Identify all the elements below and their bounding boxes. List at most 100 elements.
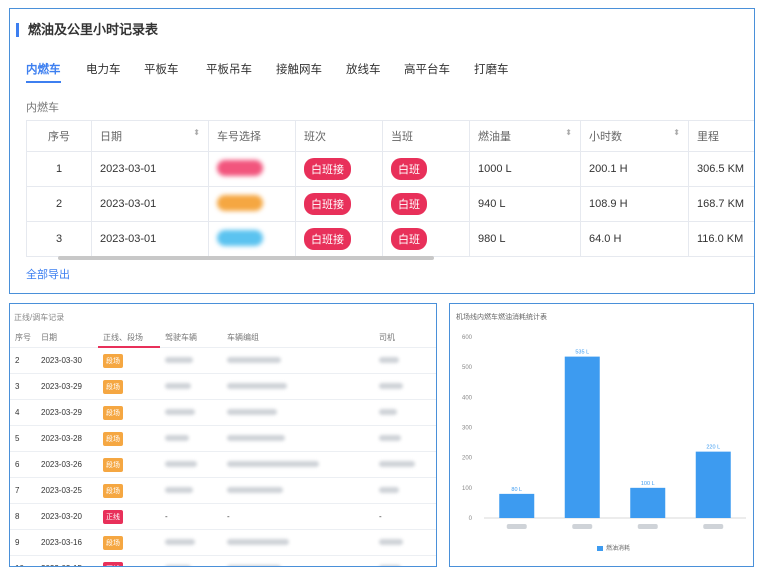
line-shunting-table: 序号 日期 正线、段场 驾驶车辆 车辆编组 司机 2 2023-03-30 段场 3 2023-0… [10,328,436,566]
column-header-label: 班次 [304,131,326,143]
column-header: 当班 [382,120,470,152]
tab-5[interactable]: 放线车 [346,61,381,77]
hours-cell: 64.0 H [580,221,689,257]
vehicle-tag[interactable] [217,229,263,246]
column-header-label: 燃油量 [478,131,511,143]
tab-0[interactable]: 内燃车 [26,61,61,83]
vehicle-tag[interactable] [217,194,263,211]
bar-data-label: 535 L [575,350,589,356]
row-number: 5 [10,425,36,452]
redacted-value [165,539,195,545]
redacted-value [227,565,281,566]
vehicle-cell[interactable] [208,186,296,222]
redacted-cell [160,373,222,400]
vehicle-tag[interactable] [217,159,263,176]
line-type-cell: 段场 [98,529,160,556]
tab-6[interactable]: 高平台车 [404,61,450,77]
section-label: 内燃车 [26,102,59,114]
y-tick-label: 400 [462,395,473,401]
row-date: 2023-03-29 [36,373,98,400]
y-tick-label: 500 [462,365,473,371]
chart-legend[interactable]: 燃油消耗 [597,543,630,552]
shift-tag: 白班接 [304,158,351,180]
tab-3[interactable]: 平板吊车 [206,61,252,77]
line-type-tag: 段场 [103,431,123,446]
redacted-value [165,487,193,493]
column-header[interactable]: 燃油量 ⬍ [469,120,581,152]
redacted-value [165,435,189,441]
sort-icon[interactable]: ⬍ [673,128,680,137]
table-row: 9 2023-03-16 段场 [10,529,436,556]
redacted-value [379,565,401,566]
duty-cell: 白班 [382,186,470,222]
bar[interactable] [630,487,666,518]
column-header: 车号选择 [208,120,296,152]
column-header-label: 当班 [391,131,413,143]
row-number: 3 [10,373,36,400]
fuel-cell: 1000 L [469,151,581,187]
table-row: 2 2023-03-01 白班接 白班 940 L 108.9 H 168.7 KM [26,186,754,222]
duty-cell: 白班 [382,151,470,187]
redacted-cell [374,477,436,504]
column-header: 序号 [26,120,92,152]
redacted-value [165,565,191,566]
bar[interactable] [695,451,731,518]
x-tick-label-redacted [637,524,658,529]
bar-data-label: 220 L [706,445,720,451]
shift-tag: 白班接 [304,193,351,215]
tab-2[interactable]: 平板车 [144,61,179,77]
line-type-cell: 段场 [98,477,160,504]
redacted-value [227,356,281,363]
redacted-cell [374,425,436,452]
redacted-value [227,487,283,493]
fuel-cell: 940 L [469,186,581,222]
redacted-cell [160,347,222,374]
fuel-record-panel: 燃油及公里小时记录表 内燃车 电力车 平板车 平板吊车 接触网车 放线车 高平台车 打磨车 内… [9,8,755,294]
line-type-cell: 段场 [98,425,160,452]
redacted-cell [222,347,374,374]
column-header[interactable]: 日期 ⬍ [91,120,209,152]
redacted-value [227,461,319,467]
tab-1[interactable]: 电力车 [86,61,121,77]
page-title: 燃油及公里小时记录表 [16,23,158,37]
row-number: 2 [26,186,92,222]
horizontal-scrollbar[interactable] [58,256,434,260]
row-date: 2023-03-26 [36,451,98,478]
empty-cell: - [374,503,436,530]
table-row: 1 2023-03-01 白班接 白班 1000 L 200.1 H 306.5 KM [26,151,754,187]
redacted-cell [374,347,436,374]
column-header[interactable]: 小时数 ⬍ [580,120,689,152]
table-row: 2 2023-03-30 段场 [10,347,436,374]
line-type-cell: 段场 [98,347,160,374]
redacted-cell [222,451,374,478]
row-number: 6 [10,451,36,478]
sort-icon[interactable]: ⬍ [193,128,200,137]
redacted-value [227,383,287,389]
vehicle-cell[interactable] [208,151,296,187]
export-all-link[interactable]: 全部导出 [26,266,70,282]
bar-data-label: 80 L [511,487,522,493]
row-number: 4 [10,399,36,426]
duty-cell: 白班 [382,221,470,257]
redacted-value [379,539,403,545]
duty-tag: 白班 [391,193,427,215]
bar[interactable] [499,493,535,518]
redacted-cell [160,529,222,556]
column-header-label: 里程 [697,131,719,143]
row-date: 2023-03-28 [36,425,98,452]
column-header: 序号 [10,328,36,348]
redacted-cell [222,529,374,556]
mileage-cell: 306.5 KM [688,151,754,187]
vehicle-cell[interactable] [208,221,296,257]
tab-4[interactable]: 接触网车 [276,61,322,77]
redacted-cell [222,399,374,426]
tab-7[interactable]: 打磨车 [474,61,509,77]
redacted-cell [160,555,222,566]
y-tick-label: 200 [462,456,473,462]
section-label: 正线/调车记录 [14,313,65,322]
redacted-cell [374,555,436,566]
redacted-cell [222,555,374,566]
row-number: 3 [26,221,92,257]
sort-icon[interactable]: ⬍ [565,128,572,137]
bar[interactable] [564,356,600,518]
